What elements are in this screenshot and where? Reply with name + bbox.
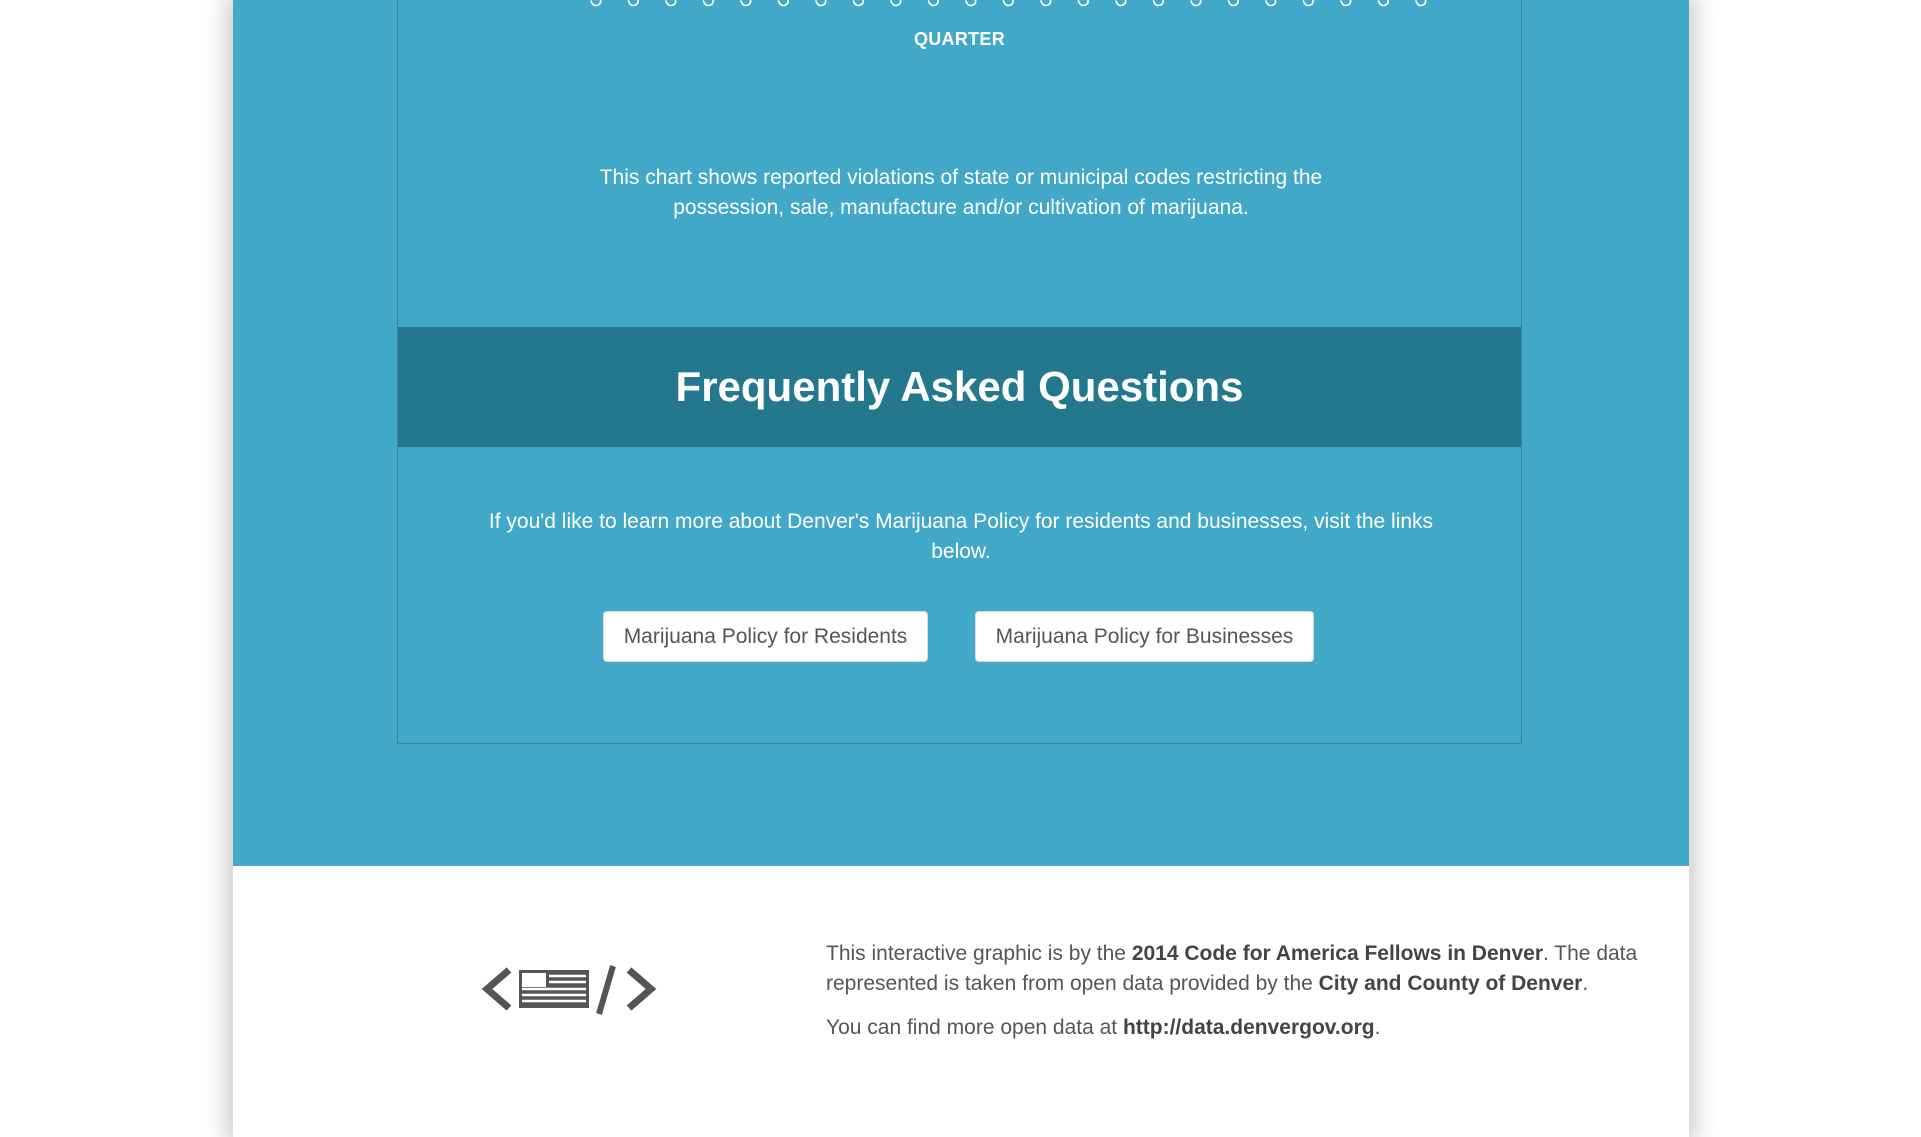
tick-fragment [740,0,752,7]
credit-text: This interactive graphic is by the [826,942,1132,965]
tick-fragment [927,0,939,7]
tick-fragment [1040,0,1052,7]
tick-fragment [1340,0,1352,7]
tick-fragment [1377,0,1389,7]
cropped-tick-labels [590,0,1427,7]
tick-fragment [1152,0,1164,7]
footer: This interactive graphic is by the 2014 … [233,866,1689,1137]
open-data-text: You can find more open data at [826,1016,1123,1039]
tick-fragment [1415,0,1427,7]
footer-credits: This interactive graphic is by the 2014 … [826,939,1656,1057]
faq-title: Frequently Asked Questions [675,363,1244,410]
tick-fragment [1115,0,1127,7]
businesses-policy-button[interactable]: Marijuana Policy for Businesses [975,611,1314,662]
code-for-america-logo [481,962,661,1021]
content-panel: QUARTER This chart shows reported violat… [397,0,1522,744]
page: QUARTER This chart shows reported violat… [233,0,1689,1137]
credit-city: City and County of Denver [1318,972,1583,995]
tick-fragment [815,0,827,7]
tick-fragment [590,0,602,7]
open-data-period: . [1374,1016,1381,1039]
x-axis-tick-labels [398,0,1523,13]
tick-fragment [1265,0,1277,7]
tick-fragment [665,0,677,7]
tick-fragment [1302,0,1314,7]
faq-description: If you'd like to learn more about Denver… [488,510,1434,563]
tick-fragment [1002,0,1014,7]
faq-banner: Frequently Asked Questions [398,327,1521,447]
open-data-link[interactable]: http://data.denvergov.org [1123,1016,1375,1039]
tick-fragment [852,0,864,7]
tick-fragment [890,0,902,7]
code-for-america-flag-icon [481,965,657,1015]
residents-policy-button[interactable]: Marijuana Policy for Residents [603,611,928,662]
tick-fragment [627,0,639,7]
tick-fragment [777,0,789,7]
credit-paragraph: This interactive graphic is by the 2014 … [826,939,1656,999]
tick-fragment [1190,0,1202,7]
x-axis-title: QUARTER [913,29,1006,49]
content-section: QUARTER This chart shows reported violat… [233,0,1689,866]
tick-fragment [702,0,714,7]
open-data-paragraph: You can find more open data at http://da… [826,1013,1656,1043]
credit-period: . [1582,972,1589,995]
credit-org: 2014 Code for America Fellows in Denver [1131,942,1544,965]
tick-fragment [1227,0,1239,7]
chart-description: This chart shows reported violations of … [599,166,1323,219]
tick-fragment [965,0,977,7]
tick-fragment [1077,0,1089,7]
